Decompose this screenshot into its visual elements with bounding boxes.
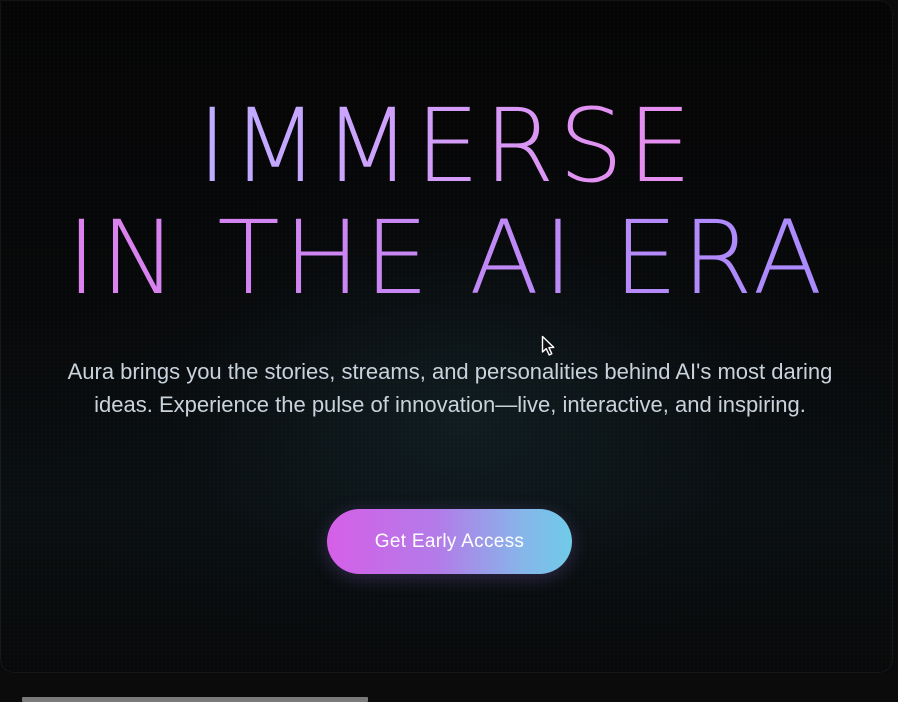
headline-line-1: IMMERSE [0, 96, 893, 198]
horizontal-scrollbar[interactable] [22, 697, 368, 702]
mouse-pointer-icon [541, 335, 555, 356]
hero-section: IMMERSE IN THE AI ERA Aura brings you th… [0, 0, 893, 673]
get-early-access-button[interactable]: Get Early Access [327, 509, 572, 574]
headline-line-2: IN THE AI ERA [0, 208, 893, 310]
hero-subtitle: Aura brings you the stories, streams, an… [67, 359, 833, 417]
